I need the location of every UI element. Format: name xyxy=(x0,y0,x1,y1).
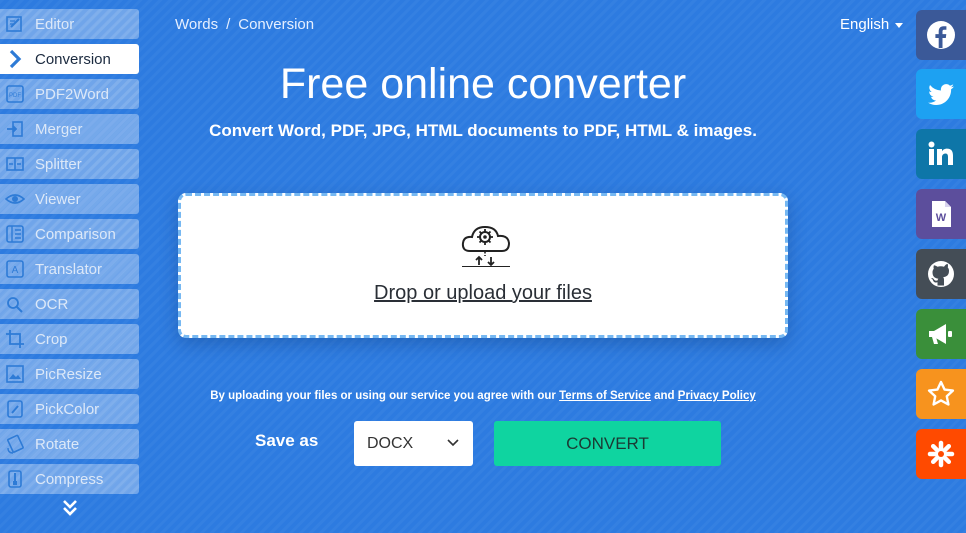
resize-icon xyxy=(4,363,26,385)
convert-button[interactable]: CONVERT xyxy=(494,421,721,466)
sidebar-item-label: Crop xyxy=(35,330,68,348)
sidebar-item-rotate[interactable]: Rotate xyxy=(0,429,139,459)
split-icon xyxy=(4,153,26,175)
chevron-down-icon xyxy=(447,439,459,447)
sidebar-item-editor[interactable]: Editor xyxy=(0,9,139,39)
terms-prefix: By uploading your files or using our ser… xyxy=(210,390,556,402)
dropzone-label[interactable]: Drop or upload your files xyxy=(181,282,785,305)
word-button[interactable]: W xyxy=(916,189,966,239)
sidebar-item-compress[interactable]: Compress xyxy=(0,464,139,494)
compress-icon xyxy=(4,468,26,490)
sidebar-item-viewer[interactable]: Viewer xyxy=(0,184,139,214)
terms-notice: By uploading your files or using our ser… xyxy=(0,390,966,402)
announcement-button[interactable] xyxy=(916,309,966,359)
cloud-upload-gear-icon xyxy=(461,225,511,267)
terms-of-service-link[interactable]: Terms of Service xyxy=(559,390,651,402)
github-button[interactable] xyxy=(916,249,966,299)
sidebar-item-label: PicResize xyxy=(35,365,102,383)
github-icon xyxy=(928,261,954,287)
word-document-icon: W xyxy=(932,201,951,227)
breadcrumb-separator: / xyxy=(226,16,231,33)
facebook-button[interactable] xyxy=(916,10,966,60)
translate-icon: A xyxy=(4,258,26,280)
megaphone-icon xyxy=(929,324,952,344)
terms-and: and xyxy=(654,390,675,402)
sidebar-item-picresize[interactable]: PicResize xyxy=(0,359,139,389)
linkedin-button[interactable] xyxy=(916,129,966,179)
format-select-value: DOCX xyxy=(367,434,414,452)
sidebar-item-label: Splitter xyxy=(35,155,82,173)
zapier-icon xyxy=(927,440,955,468)
rotate-icon xyxy=(4,433,26,455)
sidebar-item-label: Viewer xyxy=(35,190,81,208)
caret-down-icon xyxy=(895,23,904,28)
facebook-icon xyxy=(927,21,955,49)
breadcrumb-root[interactable]: Words xyxy=(175,16,218,33)
sidebar-item-translator[interactable]: A Translator xyxy=(0,254,139,284)
linkedin-icon xyxy=(928,141,953,165)
svg-text:A: A xyxy=(12,265,19,276)
sidebar-item-label: Editor xyxy=(35,15,75,33)
sidebar-item-label: Compress xyxy=(35,470,104,488)
sidebar-item-label: PickColor xyxy=(35,400,100,418)
privacy-policy-link[interactable]: Privacy Policy xyxy=(678,390,756,402)
format-select[interactable]: DOCX xyxy=(354,421,473,466)
eye-icon xyxy=(4,188,26,210)
double-chevron-down-icon[interactable] xyxy=(60,498,80,518)
language-label: English xyxy=(840,16,890,33)
sidebar-item-splitter[interactable]: Splitter xyxy=(0,149,139,179)
sidebar-item-label: Translator xyxy=(35,260,102,278)
favorite-button[interactable] xyxy=(916,369,966,419)
page-subtitle: Convert Word, PDF, JPG, HTML documents t… xyxy=(209,121,757,140)
breadcrumb-current: Conversion xyxy=(238,16,315,33)
sidebar-item-crop[interactable]: Crop xyxy=(0,324,139,354)
twitter-button[interactable] xyxy=(916,69,966,119)
crop-icon xyxy=(4,328,26,350)
ocr-icon xyxy=(4,293,26,315)
save-as-label: Save as xyxy=(255,431,319,450)
zapier-button[interactable] xyxy=(916,429,966,479)
sidebar-item-comparison[interactable]: Comparison xyxy=(0,219,139,249)
sidebar-item-label: Rotate xyxy=(35,435,80,453)
language-selector[interactable]: English xyxy=(840,16,904,33)
sidebar-item-ocr[interactable]: OCR xyxy=(0,289,139,319)
file-dropzone[interactable]: Drop or upload your files xyxy=(178,193,788,338)
star-icon xyxy=(927,380,955,406)
compare-icon xyxy=(4,223,26,245)
twitter-icon xyxy=(928,84,954,105)
sidebar-item-label: Comparison xyxy=(35,225,116,243)
breadcrumb: Words / Conversion xyxy=(175,16,314,33)
editor-icon xyxy=(4,13,26,35)
page-title: Free online converter xyxy=(279,60,687,108)
sidebar-item-label: OCR xyxy=(35,295,69,313)
svg-text:W: W xyxy=(936,212,947,224)
